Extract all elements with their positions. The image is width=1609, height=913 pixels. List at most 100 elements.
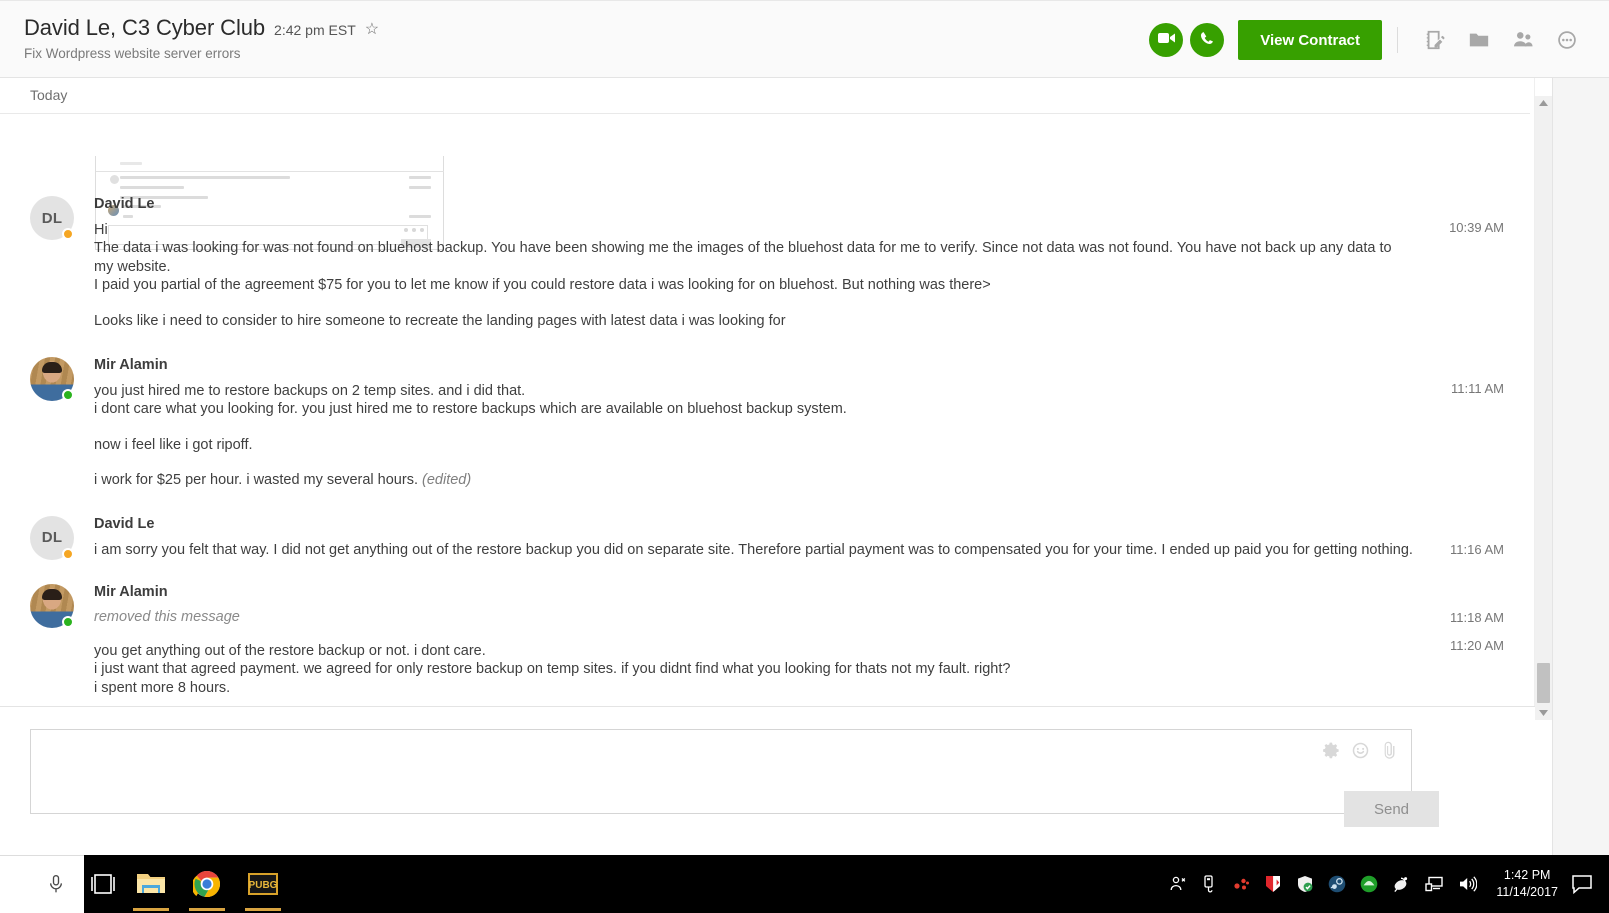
- date-divider: Today: [0, 78, 1530, 114]
- phone-icon: [1199, 30, 1215, 51]
- message-timestamp: 11:20 AM: [1450, 638, 1504, 654]
- right-gutter: [1552, 78, 1609, 855]
- file-explorer-icon: [137, 874, 165, 893]
- gear-icon[interactable]: [1322, 741, 1341, 760]
- people-icon[interactable]: [1512, 29, 1534, 51]
- page-title: David Le, C3 Cyber Club: [24, 15, 266, 40]
- status-badge: [62, 616, 74, 629]
- message-body: you just hired me to restore backups on …: [94, 382, 1414, 490]
- message-list[interactable]: DL David Le 10:39 AM Hi The data i was l…: [0, 78, 1535, 706]
- microphone-icon[interactable]: [46, 872, 66, 896]
- taskbar-app-file-explorer[interactable]: [130, 855, 172, 913]
- satellite-dish-icon[interactable]: [1392, 875, 1411, 893]
- message-composer: Send: [0, 706, 1535, 855]
- header-title-block: David Le, C3 Cyber Club 2:42 pm EST ☆ Fi…: [24, 15, 379, 61]
- room-subtitle: Fix Wordpress website server errors: [24, 46, 241, 61]
- message-line: i work for $25 per hour. i wasted my sev…: [94, 472, 418, 489]
- taskbar-apps: PUBG: [130, 855, 284, 913]
- app-running-indicator: [189, 908, 225, 911]
- message-body: i am sorry you felt that way. I did not …: [94, 541, 1414, 559]
- message-timestamp: 11:18 AM: [1450, 610, 1504, 626]
- message-line: The data i was looking for was not found…: [94, 240, 1396, 275]
- molecule-icon[interactable]: [1232, 875, 1250, 893]
- paperclip-icon[interactable]: [1380, 741, 1399, 760]
- message-body: Hi The data i was looking for was not fo…: [94, 221, 1414, 330]
- more-options-icon[interactable]: [1556, 29, 1578, 51]
- message-line: now i feel like i got ripoff.: [94, 436, 253, 453]
- message-line: you just hired me to restore backups on …: [94, 383, 526, 400]
- chat-header: David Le, C3 Cyber Club 2:42 pm EST ☆ Fi…: [0, 0, 1609, 78]
- message-group: Mir Alamin 11:18 AM removed this message…: [0, 584, 1534, 697]
- message-group: DL David Le 11:16 AM i am sorry you felt…: [0, 515, 1534, 560]
- message-body: you get anything out of the restore back…: [94, 642, 1414, 697]
- pubg-icon: PUBG: [248, 873, 278, 895]
- message-timestamp: 11:11 AM: [1451, 381, 1504, 397]
- message-input[interactable]: [31, 730, 1411, 813]
- edited-label: (edited): [422, 472, 472, 489]
- audio-call-button[interactable]: [1190, 23, 1225, 57]
- steam-icon[interactable]: [1328, 875, 1346, 893]
- app-running-indicator: [133, 908, 169, 911]
- scroll-down-button[interactable]: [1535, 706, 1552, 720]
- message-timestamp: 11:16 AM: [1450, 541, 1504, 557]
- emoji-smiley-icon[interactable]: [1351, 741, 1370, 760]
- clock-time: 1:42 PM: [1503, 868, 1551, 883]
- message-author: Mir Alamin: [94, 584, 168, 601]
- google-chrome-icon: [193, 870, 220, 898]
- message-line-with-edited: i work for $25 per hour. i wasted my sev…: [94, 471, 1414, 489]
- composer-box[interactable]: [30, 729, 1412, 814]
- video-camera-icon: [1157, 31, 1175, 49]
- removed-message-label: removed this message: [94, 609, 240, 626]
- status-badge: [62, 228, 74, 240]
- action-center-icon[interactable]: [1571, 873, 1593, 895]
- star-icon[interactable]: ☆: [365, 22, 379, 38]
- volume-icon[interactable]: [1458, 875, 1478, 893]
- kaspersky-icon[interactable]: [1264, 875, 1282, 893]
- header-actions: View Contract: [1149, 20, 1589, 60]
- svg-text:PUBG: PUBG: [249, 880, 278, 891]
- folder-icon[interactable]: [1468, 29, 1490, 51]
- message-author: Mir Alamin: [94, 357, 168, 374]
- chat-window: David Le, C3 Cyber Club 2:42 pm EST ☆ Fi…: [0, 0, 1609, 855]
- system-tray: 1:42 PM 11/14/2017: [1162, 855, 1609, 913]
- green-circle-icon[interactable]: [1360, 875, 1378, 893]
- status-badge: [62, 547, 74, 560]
- header-divider: [1397, 27, 1398, 53]
- notepad-pen-icon[interactable]: [1424, 29, 1446, 51]
- taskbar-app-pubg[interactable]: PUBG: [242, 855, 284, 913]
- windows-taskbar: PUBG 1:42 PM 11/14/2017: [0, 855, 1609, 913]
- message-line: you get anything out of the restore back…: [94, 643, 486, 660]
- room-local-time: 2:42 pm EST: [274, 22, 356, 38]
- app-running-indicator: [245, 908, 281, 911]
- scrollbar-track[interactable]: [1535, 110, 1552, 706]
- message-line: Hi: [94, 222, 108, 238]
- message-line: i spent more 8 hours.: [94, 679, 231, 696]
- message-group: Mir Alamin 11:11 AM you just hired me to…: [0, 357, 1534, 490]
- usb-eject-icon[interactable]: [1201, 875, 1218, 893]
- taskbar-app-google-chrome[interactable]: [186, 855, 228, 913]
- composer-tools: [1322, 741, 1399, 760]
- clock-date: 11/14/2017: [1496, 885, 1558, 899]
- message-line: i dont care what you looking for. you ju…: [94, 401, 847, 418]
- message-line: I paid you partial of the agreement $75 …: [94, 277, 991, 294]
- video-call-button[interactable]: [1149, 23, 1184, 57]
- network-icon[interactable]: [1425, 875, 1444, 893]
- message-group: DL David Le 10:39 AM Hi The data i was l…: [0, 196, 1534, 330]
- date-divider-label: Today: [30, 87, 68, 103]
- show-hidden-icons-people-icon[interactable]: [1169, 875, 1187, 893]
- send-button[interactable]: Send: [1344, 791, 1439, 827]
- view-contract-button[interactable]: View Contract: [1238, 20, 1382, 60]
- taskbar-left-pad: [0, 855, 84, 913]
- task-view-icon[interactable]: [88, 873, 118, 895]
- message-author: David Le: [94, 515, 155, 532]
- windows-defender-icon[interactable]: [1296, 875, 1314, 893]
- taskbar-clock[interactable]: 1:42 PM 11/14/2017: [1496, 867, 1558, 900]
- status-badge: [62, 389, 74, 402]
- screen: David Le, C3 Cyber Club 2:42 pm EST ☆ Fi…: [0, 0, 1609, 913]
- message-author: David Le: [94, 196, 155, 212]
- scrollbar-thumb[interactable]: [1537, 663, 1550, 703]
- message-line: Looks like i need to consider to hire so…: [94, 312, 786, 329]
- message-timestamp: 10:39 AM: [1449, 220, 1504, 235]
- message-line: i just want that agreed payment. we agre…: [94, 661, 1011, 678]
- scroll-up-button[interactable]: [1535, 96, 1552, 110]
